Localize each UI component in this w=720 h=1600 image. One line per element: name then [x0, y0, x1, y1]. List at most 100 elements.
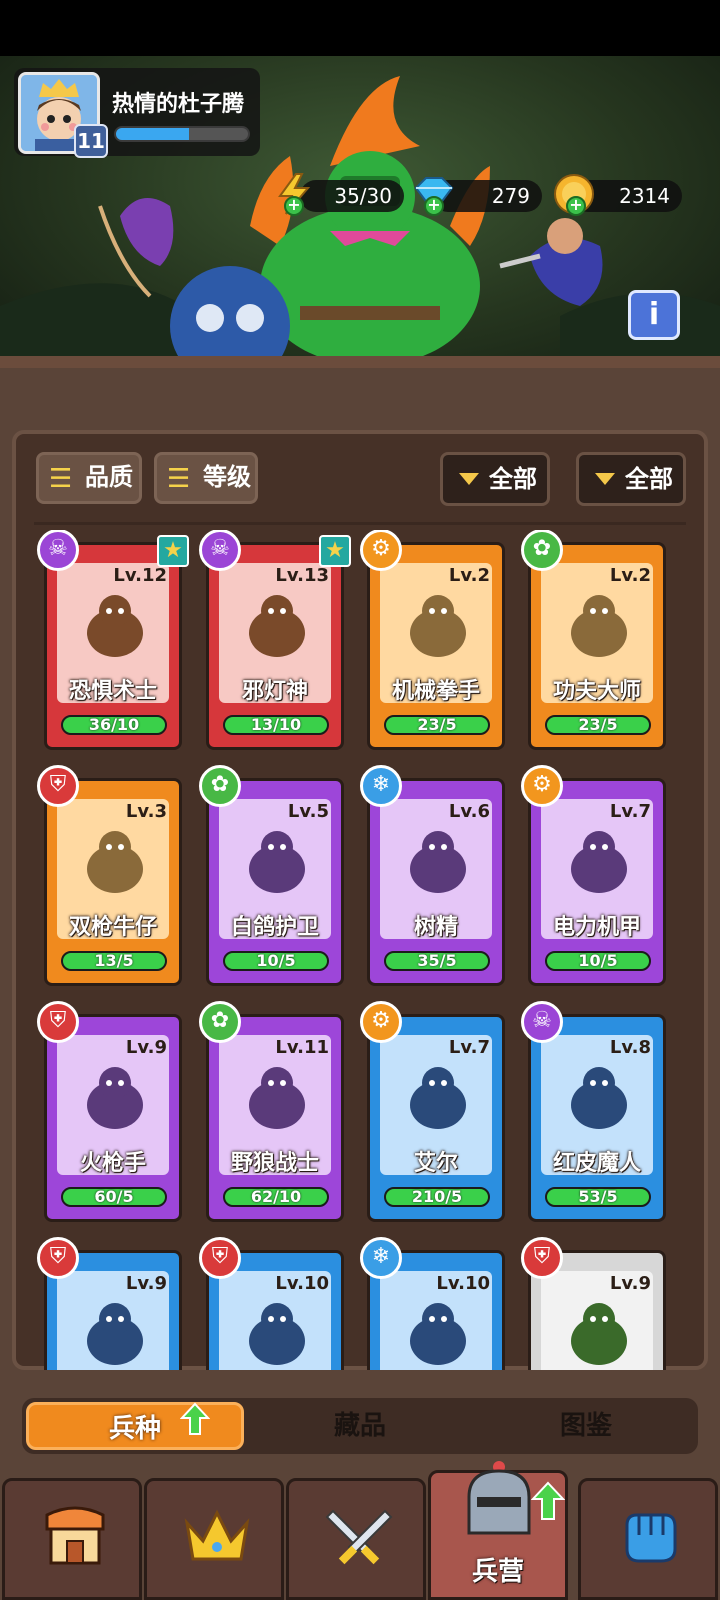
unit-shard-count: 210/5 — [384, 1187, 490, 1207]
helmet-class-icon: ⛨ — [521, 1237, 563, 1279]
unit-name: 邪灯神 — [241, 679, 308, 704]
unit-card[interactable]: Lv.7 艾尔 210/5 ⚙ — [360, 1001, 505, 1222]
unit-portrait — [87, 1303, 143, 1365]
info-button[interactable]: i — [628, 290, 680, 340]
unit-shard-count: 60/5 — [61, 1187, 167, 1207]
star-icon: ★ — [157, 535, 189, 567]
gear-class-icon: ⚙ — [360, 1001, 402, 1043]
unit-portrait — [249, 595, 305, 657]
unit-level: Lv.11 — [275, 1037, 329, 1058]
tab-troops[interactable]: 兵种 — [26, 1402, 244, 1450]
energy-value: 35/30 — [334, 184, 392, 208]
unit-card[interactable]: Lv.7 电力机甲 10/5 ⚙ — [521, 765, 666, 986]
unit-level: Lv.2 — [448, 565, 490, 586]
gems-value: 279 — [491, 184, 530, 208]
unit-level: Lv.12 — [113, 565, 167, 586]
unit-portrait — [571, 1303, 627, 1365]
upgrade-arrow-icon — [179, 1402, 211, 1436]
player-profile[interactable]: 11 热情的杜子腾 — [14, 68, 260, 158]
nav-guild[interactable] — [578, 1478, 718, 1600]
unit-shard-count: 10/5 — [545, 951, 651, 971]
unit-portrait — [249, 1303, 305, 1365]
nav-ranking[interactable] — [144, 1478, 284, 1600]
add-energy-button[interactable]: + — [284, 196, 304, 216]
unit-level: Lv.9 — [609, 1273, 651, 1294]
paw-class-icon: ✿ — [199, 765, 241, 807]
unit-name: 白鸽护卫 — [230, 915, 319, 940]
shop-icon — [45, 1506, 105, 1565]
dropdown-arrow-icon — [595, 473, 615, 485]
filter-dropdown-2-value: 全部 — [625, 465, 673, 493]
unit-card[interactable]: Lv.9 ⛨ — [521, 1237, 666, 1370]
unit-shard-count: 36/10 — [61, 715, 167, 735]
unit-level: Lv.8 — [609, 1037, 651, 1058]
filter-dropdown-1-value: 全部 — [489, 465, 537, 493]
unit-card[interactable]: Lv.3 双枪牛仔 13/5 ⛨ — [37, 765, 182, 986]
unit-name: 野狼战士 — [230, 1151, 319, 1176]
add-gems-button[interactable]: + — [424, 196, 444, 216]
unit-card[interactable]: Lv.11 野狼战士 62/10 ✿ — [199, 1001, 344, 1222]
unit-card[interactable]: Lv.6 树精 35/5 ❄ — [360, 765, 505, 986]
unit-card[interactable]: Lv.10 ⛨ — [199, 1237, 344, 1370]
unit-level: Lv.10 — [275, 1273, 329, 1294]
unit-name: 树精 — [413, 915, 458, 940]
helmet-class-icon: ⛨ — [37, 1237, 79, 1279]
nav-barracks-label: 兵营 — [471, 1557, 524, 1587]
unit-shard-count: 62/10 — [223, 1187, 329, 1207]
unit-level: Lv.9 — [125, 1273, 167, 1294]
filter-dropdown-1[interactable]: 全部 — [440, 452, 550, 506]
filter-dropdown-2[interactable]: 全部 — [576, 452, 686, 506]
helmet-class-icon: ⛨ — [199, 1237, 241, 1279]
tab-troops-label: 兵种 — [108, 1414, 161, 1444]
unit-name: 功夫大师 — [552, 679, 641, 704]
player-name: 热情的杜子腾 — [112, 92, 245, 117]
unit-level: Lv.7 — [609, 801, 651, 822]
unit-card[interactable]: Lv.13 邪灯神 13/10 ☠ ★ — [199, 530, 351, 750]
unit-shard-count: 23/5 — [545, 715, 651, 735]
unit-portrait — [87, 595, 143, 657]
unit-name: 红皮魔人 — [552, 1151, 641, 1176]
unit-name: 艾尔 — [413, 1151, 458, 1176]
tab-codex[interactable]: 图鉴 — [486, 1402, 686, 1450]
sort-level-button[interactable]: ☰ 等级 — [154, 452, 258, 504]
sort-quality-label: 品质 — [85, 463, 133, 491]
unit-level: Lv.3 — [125, 801, 167, 822]
coins-value: 2314 — [619, 184, 670, 208]
unit-level: Lv.5 — [287, 801, 329, 822]
sort-level-label: 等级 — [203, 463, 251, 491]
unit-card[interactable]: Lv.5 白鸽护卫 10/5 ✿ — [199, 765, 344, 986]
unit-shard-count: 13/10 — [223, 715, 329, 735]
skull-class-icon: ☠ — [199, 530, 241, 571]
unit-name: 电力机甲 — [552, 915, 641, 940]
crossed-swords-icon — [325, 1509, 393, 1565]
nav-battle[interactable] — [286, 1478, 426, 1600]
tab-codex-label: 图鉴 — [559, 1411, 612, 1441]
sort-icon: ☰ — [49, 464, 73, 494]
unit-card[interactable]: Lv.9 火枪手 60/5 ⛨ — [37, 1001, 182, 1222]
unit-card[interactable]: Lv.2 机械拳手 23/5 ⚙ — [360, 530, 505, 750]
unit-portrait — [410, 831, 466, 893]
add-coins-button[interactable]: + — [566, 196, 586, 216]
fist-icon — [625, 1513, 677, 1563]
helmet-class-icon: ⛨ — [37, 1001, 79, 1043]
unit-level: Lv.2 — [609, 565, 651, 586]
unit-portrait — [410, 1067, 466, 1129]
nav-shop[interactable] — [2, 1478, 142, 1600]
unit-card[interactable]: Lv.12 恐惧术士 36/10 ☠ ★ — [37, 530, 189, 750]
skull-class-icon: ☠ — [37, 530, 79, 571]
sort-quality-button[interactable]: ☰ 品质 — [36, 452, 142, 504]
snowflake-class-icon: ❄ — [360, 1237, 402, 1279]
unit-level: Lv.13 — [275, 565, 329, 586]
unit-card[interactable]: Lv.9 ⛨ — [37, 1237, 182, 1370]
nav-barracks[interactable]: 兵营 — [428, 1461, 568, 1600]
xp-bar — [114, 126, 250, 142]
skull-class-icon: ☠ — [521, 1001, 563, 1043]
filter-divider — [34, 522, 686, 525]
unit-card[interactable]: Lv.8 红皮魔人 53/5 ☠ — [521, 1001, 666, 1222]
crown-icon — [184, 1509, 250, 1561]
tab-collection[interactable]: 藏品 — [260, 1402, 460, 1450]
gear-class-icon: ⚙ — [360, 530, 402, 571]
unit-card[interactable]: Lv.2 功夫大师 23/5 ✿ — [521, 530, 666, 750]
unit-card[interactable]: Lv.10 ❄ — [360, 1237, 505, 1370]
unit-portrait — [410, 595, 466, 657]
